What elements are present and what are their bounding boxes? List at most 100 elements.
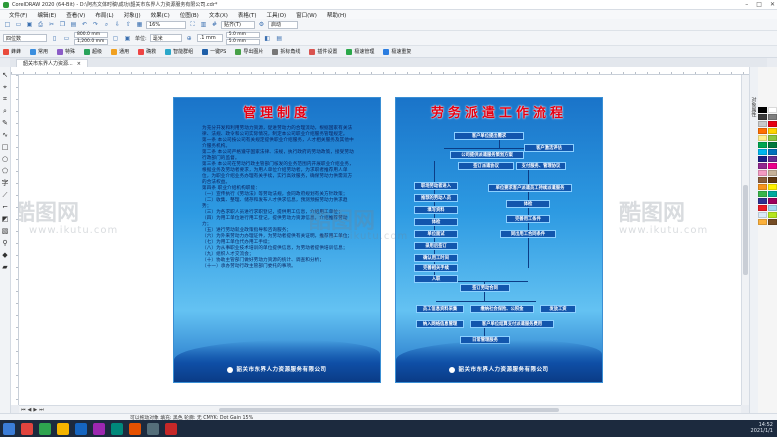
plugin-special[interactable]: 特殊	[57, 48, 75, 55]
menu-effects[interactable]: 效果(C)	[146, 11, 175, 19]
color-swatch[interactable]	[758, 149, 767, 155]
taskbar-app-icon[interactable]	[75, 422, 87, 435]
color-swatch[interactable]	[768, 198, 777, 204]
color-swatch[interactable]	[768, 170, 777, 176]
snap-to-dropdown[interactable]: 贴齐(T)	[221, 20, 255, 29]
color-swatch[interactable]	[768, 191, 777, 197]
launch-dropdown[interactable]: 启动	[268, 20, 298, 29]
pointer-icon[interactable]: ↖	[1, 71, 9, 80]
poster-management-rules[interactable]: 管理制度 为充分开发和利用劳动力资源，促进劳动力的合理流动，根据国家有关法律、法…	[173, 97, 381, 383]
freehand-icon[interactable]: ✎	[1, 119, 9, 128]
redo-icon[interactable]: ↷	[91, 20, 100, 29]
drop-shadow-icon[interactable]: ◩	[1, 215, 9, 224]
undo-icon[interactable]: ↶	[80, 20, 89, 29]
maximize-button[interactable]: □	[756, 1, 762, 8]
plugin-export-image[interactable]: 导出图片	[235, 48, 263, 55]
print-icon[interactable]: ⎙	[36, 20, 45, 29]
connector-icon[interactable]: ⌐	[1, 203, 9, 212]
menu-view[interactable]: 查看(V)	[61, 11, 90, 19]
color-swatch[interactable]	[758, 212, 767, 218]
color-swatch[interactable]	[758, 184, 767, 190]
new-document-icon[interactable]: □	[3, 20, 12, 29]
color-swatch[interactable]	[758, 128, 767, 134]
color-swatch[interactable]	[758, 156, 767, 162]
grid-icon[interactable]: #	[210, 20, 219, 29]
plugin-settings[interactable]: 插件设置	[309, 48, 337, 55]
color-swatch[interactable]	[768, 212, 777, 218]
color-swatch[interactable]	[768, 121, 777, 127]
interactive-fill-icon[interactable]: ◆	[1, 251, 9, 260]
transparency-icon[interactable]: ▧	[1, 227, 9, 236]
taskbar-app-icon[interactable]	[39, 422, 51, 435]
vertical-scrollbar[interactable]	[741, 75, 749, 405]
color-swatch[interactable]	[768, 219, 777, 225]
color-swatch[interactable]	[758, 163, 767, 169]
menu-bitmaps[interactable]: 位图(B)	[175, 11, 204, 19]
page-width-field[interactable]: 800.0 mm	[74, 31, 108, 38]
plugin-fengfeng[interactable]: 蜂蜂	[3, 48, 21, 55]
current-page-icon[interactable]: ▣	[123, 34, 132, 43]
color-swatch[interactable]	[768, 205, 777, 211]
menu-tools[interactable]: 工具(O)	[262, 11, 292, 19]
scroll-thumb[interactable]	[743, 185, 748, 275]
taskbar-app-icon[interactable]	[147, 422, 159, 435]
treat-as-filled-icon[interactable]: ◧	[263, 34, 272, 43]
horizontal-ruler[interactable]	[11, 67, 758, 75]
taskbar-app-icon[interactable]	[165, 422, 177, 435]
zoom-level-select[interactable]: 16%	[146, 20, 186, 29]
taskbar-app-icon[interactable]	[111, 422, 123, 435]
color-swatch[interactable]	[758, 142, 767, 148]
color-swatch[interactable]	[758, 177, 767, 183]
color-swatch[interactable]	[768, 135, 777, 141]
options-gear-icon[interactable]: ⚙	[257, 20, 266, 29]
plugin-smart-group[interactable]: 智能群组	[165, 48, 193, 55]
color-swatch[interactable]	[768, 128, 777, 134]
close-button[interactable]: ✕	[770, 1, 775, 8]
color-swatch[interactable]	[758, 191, 767, 197]
menu-text[interactable]: 文本(X)	[204, 11, 233, 19]
first-page-icon[interactable]: ⏮	[21, 407, 26, 413]
landscape-icon[interactable]: ▭	[62, 34, 71, 43]
page-options-icon[interactable]: ▤	[275, 34, 284, 43]
drawing-canvas[interactable]: 管理制度 为充分开发和利用劳动力资源，促进劳动力的合理流动，根据国家有关法律、法…	[19, 75, 741, 405]
close-tab-icon[interactable]: ×	[77, 61, 81, 67]
plugin-crop-marks[interactable]: 拆标角线	[272, 48, 300, 55]
plugin-speed-repeat[interactable]: 极速重复	[383, 48, 411, 55]
import-icon[interactable]: ⇩	[113, 20, 122, 29]
node-icon[interactable]: ⌖	[1, 83, 9, 92]
duplicate-y-field[interactable]: 5.0 mm	[225, 38, 260, 45]
page-height-field[interactable]: 1,200.0 mm	[74, 38, 108, 45]
menu-help[interactable]: 帮助(H)	[322, 11, 351, 19]
full-screen-icon[interactable]: ⛶	[188, 20, 197, 29]
plugin-general[interactable]: 通用	[111, 48, 129, 55]
copy-icon[interactable]: ❐	[58, 20, 67, 29]
open-icon[interactable]: ▭	[14, 20, 23, 29]
color-swatch[interactable]	[758, 107, 767, 113]
ellipse-icon[interactable]: ○	[1, 155, 9, 164]
color-swatch[interactable]	[768, 156, 777, 162]
color-swatch[interactable]	[758, 170, 767, 176]
rulers-icon[interactable]: ▥	[199, 20, 208, 29]
minimize-button[interactable]: –	[745, 1, 748, 8]
color-swatch[interactable]	[758, 205, 767, 211]
poster-dispatch-workflow[interactable]: 劳务派遣工作流程 客户单位提出需求 客户激活评估 公司提供派遣服务策划方案 签订…	[395, 97, 603, 383]
menu-object[interactable]: 对象(J)	[119, 11, 146, 19]
system-tray-clock[interactable]: 14:52 2021/1/1	[751, 422, 773, 434]
cut-icon[interactable]: ✂	[47, 20, 56, 29]
publish-pdf-icon[interactable]: ▦	[135, 20, 144, 29]
color-swatch[interactable]	[768, 184, 777, 190]
color-swatch[interactable]	[768, 142, 777, 148]
color-swatch[interactable]	[768, 163, 777, 169]
plugin-common[interactable]: 常用	[30, 48, 48, 55]
duplicate-x-field[interactable]: 5.0 mm	[225, 31, 260, 38]
start-icon[interactable]	[3, 422, 15, 435]
color-swatch[interactable]	[768, 114, 777, 120]
save-icon[interactable]: ▣	[25, 20, 34, 29]
color-swatch[interactable]	[758, 219, 767, 225]
rectangle-icon[interactable]: □	[1, 143, 9, 152]
color-swatch[interactable]	[758, 114, 767, 120]
color-swatch[interactable]	[768, 107, 777, 113]
plugin-one-click-ps[interactable]: 一键PS	[202, 48, 226, 55]
nudge-distance-field[interactable]: .1 mm	[196, 34, 223, 42]
plugin-rescue[interactable]: 确救	[138, 48, 156, 55]
